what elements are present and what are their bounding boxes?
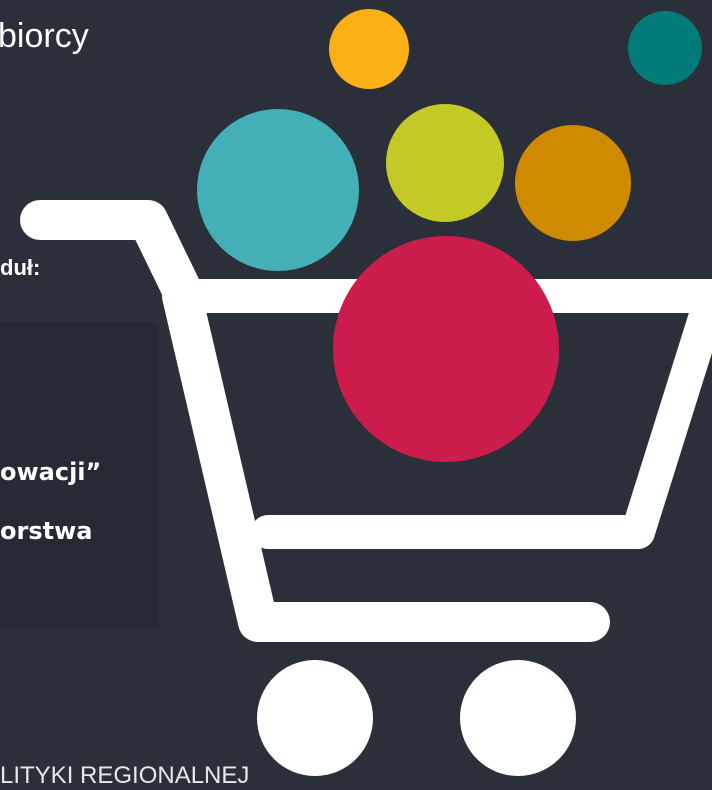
teal-ball [197, 109, 359, 271]
crimson-ball [333, 236, 559, 462]
cart-wheel-left [257, 660, 373, 776]
amber-ball [515, 125, 631, 241]
cart-handle [20, 200, 202, 310]
orange-ball [329, 9, 409, 89]
cart-illustration [20, 9, 712, 776]
cart-wheel-right [460, 660, 576, 776]
footer-text: LITYKI REGIONALNEJ [0, 762, 250, 789]
shopping-cart-icon [20, 200, 712, 776]
lime-ball [386, 104, 504, 222]
teal-dark-ball [628, 11, 702, 85]
